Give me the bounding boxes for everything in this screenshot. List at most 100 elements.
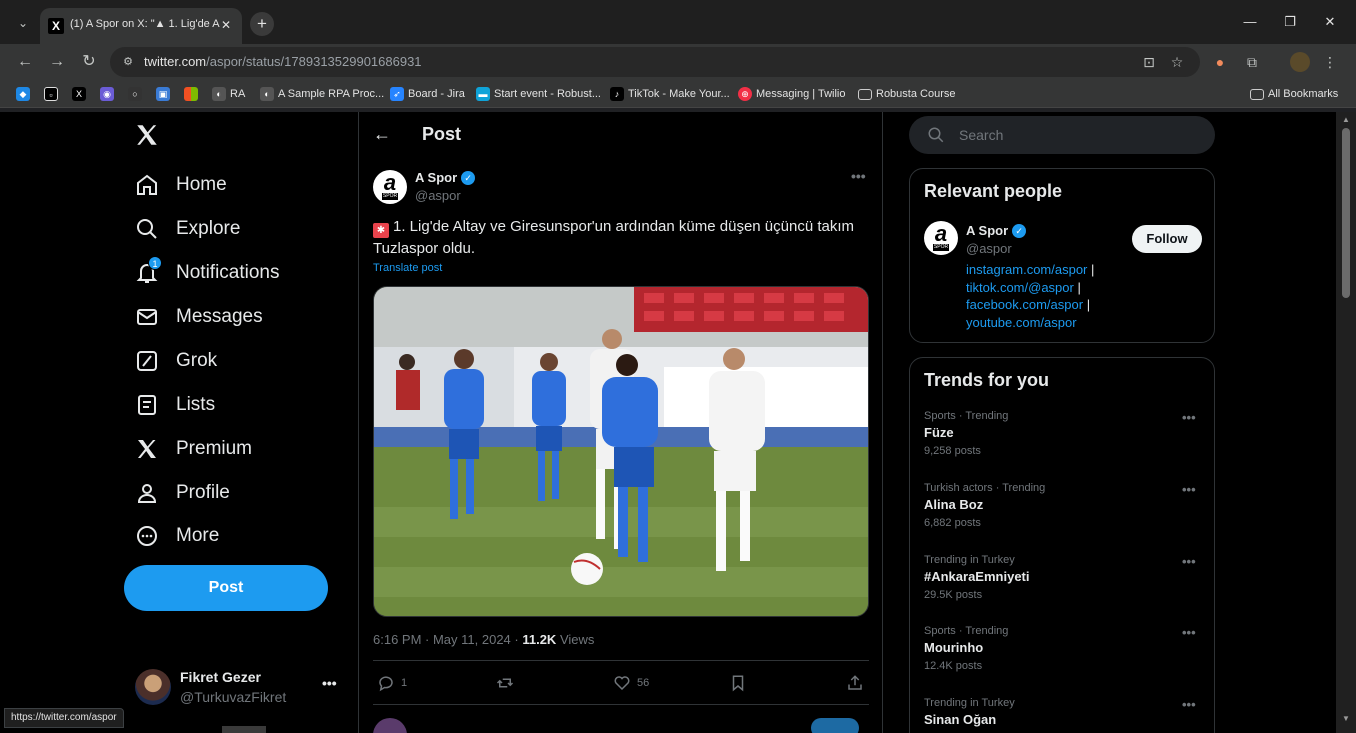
bookmark-jira[interactable]: ➶ Board - Jira — [390, 86, 465, 102]
new-tab-button[interactable]: + — [250, 12, 274, 36]
post-more-icon[interactable]: ••• — [851, 168, 866, 184]
account-more-icon[interactable]: ••• — [322, 675, 337, 691]
nav-messages[interactable]: Messages — [124, 295, 344, 339]
translate-link[interactable]: Translate post — [373, 262, 442, 274]
restore-icon[interactable]: ❐ — [1278, 12, 1302, 32]
trend-item[interactable]: Sports · Trending Mourinho 12.4K posts •… — [924, 625, 1204, 689]
relevant-people-title: Relevant people — [924, 181, 1063, 201]
scroll-down-icon[interactable]: ▼ — [1341, 714, 1351, 724]
bookmark-tiktok[interactable]: ♪ TikTok - Make Your... — [610, 86, 730, 102]
trend-count: 9,258 posts — [924, 445, 981, 457]
search-input[interactable]: Search — [909, 116, 1215, 154]
bio-link-instagram[interactable]: instagram.com/aspor — [966, 262, 1087, 277]
bookmark-rpa[interactable]: ◐ A Sample RPA Proc... — [260, 86, 384, 102]
bookmark-ms-icon[interactable] — [184, 86, 198, 102]
trend-more-icon[interactable]: ••• — [1182, 625, 1196, 640]
bell-icon: 1 — [134, 256, 162, 286]
trend-item[interactable]: Trending in Turkey Sinan Oğan ••• — [924, 697, 1204, 733]
trend-item[interactable]: Turkish actors · Trending Alina Boz 6,88… — [924, 482, 1204, 546]
post-text: ✱ 1. Lig'de Altay ve Giresunspor'un ardın… — [373, 218, 855, 257]
trend-context: Trending in Turkey — [924, 697, 1015, 709]
list-icon — [134, 392, 160, 418]
relevant-person-name[interactable]: A Spor ✓ — [966, 223, 1027, 238]
trend-item[interactable]: Sports · Trending Füze 9,258 posts ••• — [924, 410, 1204, 474]
bookmark-robust[interactable]: ▬ Start event - Robust... — [476, 86, 601, 102]
like-count: 56 — [637, 677, 650, 689]
share-button[interactable] — [846, 673, 864, 693]
bookmark-folder-robusta[interactable]: Robusta Course — [858, 86, 956, 102]
nav-grok[interactable]: Grok — [124, 339, 344, 383]
address-bar[interactable]: ⚙ twitter.com/aspor/status/1789313529901… — [110, 47, 1200, 77]
window-close-icon[interactable]: ✕ — [1318, 12, 1342, 32]
tab-close-icon[interactable]: ✕ — [218, 17, 234, 33]
nav-home[interactable]: Home — [124, 163, 344, 207]
bookmark-icon-6[interactable]: ▣ — [156, 86, 170, 102]
forward-icon[interactable]: → — [46, 52, 68, 72]
bookmark-star-icon[interactable]: ☆ — [1168, 53, 1186, 71]
reload-icon[interactable]: ↻ — [78, 52, 100, 72]
nav-premium[interactable]: Premium — [124, 427, 344, 471]
trend-item[interactable]: Trending in Turkey #AnkaraEmniyeti 29.5K… — [924, 554, 1204, 618]
trends-title: Trends for you — [924, 370, 1050, 390]
avatar-logo-sub: SPOR — [933, 244, 949, 251]
relevant-person-avatar[interactable]: a SPOR — [924, 221, 958, 255]
post-button[interactable]: Post — [124, 565, 328, 611]
trend-more-icon[interactable]: ••• — [1182, 697, 1196, 712]
repost-button[interactable] — [495, 673, 515, 693]
minimize-icon[interactable]: — — [1238, 12, 1262, 32]
back-arrow-icon[interactable]: ← — [373, 124, 391, 145]
scroll-up-icon[interactable]: ▲ — [1341, 115, 1351, 125]
bookmark-ra[interactable]: ◐ RA — [212, 86, 245, 102]
avatar — [135, 669, 171, 705]
nav-more[interactable]: More — [124, 514, 344, 558]
nav-notifications[interactable]: 1 Notifications — [124, 251, 344, 295]
bookmark-icon-4[interactable]: ◉ — [100, 86, 114, 102]
page-scrollbar[interactable]: ▲ ▼ — [1336, 112, 1356, 733]
search-icon — [134, 216, 160, 242]
x-logo-icon[interactable] — [134, 122, 162, 150]
author-avatar[interactable]: a SPOR — [373, 170, 407, 204]
install-app-icon[interactable]: ⊡ — [1140, 53, 1158, 71]
bookmark-icon-1[interactable]: ◆ — [16, 86, 30, 102]
trend-name: #AnkaraEmniyeti — [924, 569, 1030, 584]
browser-chrome: ⌄ X (1) A Spor on X: "▲ 1. Lig'de A ✕ + … — [0, 0, 1356, 112]
trend-more-icon[interactable]: ••• — [1182, 554, 1196, 569]
nav-profile[interactable]: Profile — [124, 471, 344, 515]
follow-button[interactable]: Follow — [1132, 225, 1202, 253]
bio-link-youtube[interactable]: youtube.com/aspor — [966, 315, 1077, 330]
profile-avatar-icon[interactable] — [1290, 52, 1310, 72]
browser-menu-icon[interactable]: ⋮ — [1320, 52, 1340, 72]
bookmark-button[interactable] — [729, 673, 747, 693]
post-image[interactable] — [373, 286, 869, 617]
bookmark-github-icon[interactable]: ○ — [128, 86, 142, 102]
repost-icon — [496, 678, 514, 688]
account-switcher[interactable]: Fikret Gezer @TurkuvazFikret ••• — [124, 657, 350, 717]
author-name[interactable]: A Spor ✓ — [415, 170, 476, 185]
site-info-icon[interactable]: ⚙ — [120, 54, 136, 70]
trend-name: Mourinho — [924, 640, 984, 655]
bookmark-twilio[interactable]: ⊕ Messaging | Twilio — [738, 86, 845, 102]
relevant-person-bio: instagram.com/aspor | tiktok.com/@aspor … — [966, 262, 1095, 330]
all-bookmarks[interactable]: All Bookmarks — [1250, 86, 1338, 102]
extension-icon[interactable]: ● — [1210, 52, 1230, 72]
trend-context: Sports · Trending — [924, 625, 1009, 637]
trend-more-icon[interactable]: ••• — [1182, 482, 1196, 497]
nav-explore[interactable]: Explore — [124, 207, 344, 251]
bio-link-facebook[interactable]: facebook.com/aspor — [966, 297, 1083, 312]
relevant-person-handle[interactable]: @aspor — [966, 241, 1012, 256]
trend-more-icon[interactable]: ••• — [1182, 410, 1196, 425]
tab-active[interactable]: X (1) A Spor on X: "▲ 1. Lig'de A ✕ — [40, 8, 242, 44]
nav-lists[interactable]: Lists — [124, 383, 344, 427]
back-icon[interactable]: ← — [14, 52, 36, 72]
bookmark-x-icon[interactable]: X — [72, 86, 86, 102]
author-handle[interactable]: @aspor — [415, 188, 461, 203]
tab-search-icon[interactable]: ⌄ — [14, 14, 32, 32]
bio-link-tiktok[interactable]: tiktok.com/@aspor — [966, 280, 1074, 295]
like-button[interactable]: 56 — [613, 673, 649, 693]
bookmark-icon-2[interactable]: ▫ — [44, 86, 58, 102]
reply-button[interactable]: 1 — [377, 673, 407, 693]
more-circle-icon — [134, 523, 160, 549]
scrollbar-thumb[interactable] — [1342, 128, 1350, 298]
reply-submit-button[interactable] — [811, 718, 859, 733]
extensions-puzzle-icon[interactable]: ⧉ — [1242, 52, 1262, 72]
